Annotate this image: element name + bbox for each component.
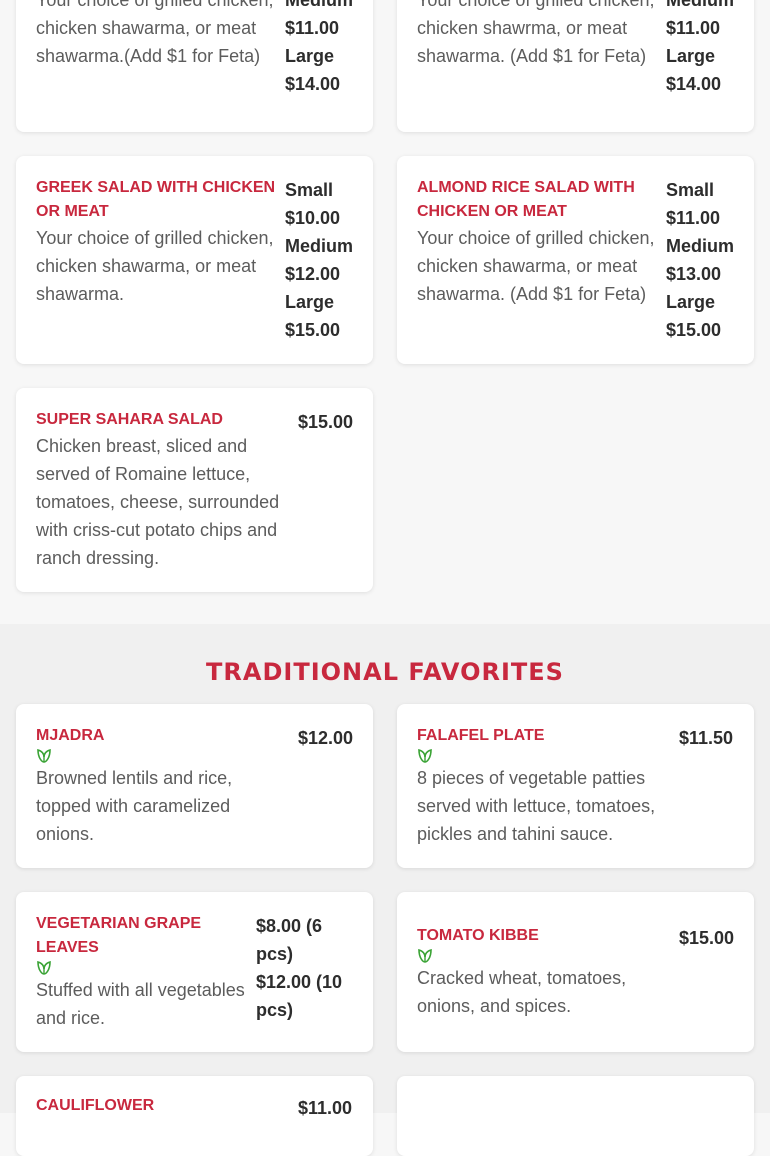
price-value: pcs) [256, 944, 294, 964]
price-size-label: Large [666, 46, 716, 66]
item-price-list: $11.50 [679, 724, 733, 752]
section-title: TRADITIONAL FAVORITES [206, 658, 564, 686]
item-price-list: $8.00 (6 pcs) $12.00 (10 pcs) [256, 912, 342, 1024]
item-description: Chicken breast, sliced and served of Rom… [36, 436, 280, 568]
menu-item-card[interactable]: GREEK SALAD WITH CHICKEN OR MEAT Your ch… [16, 156, 373, 364]
price-value: $14.00 [666, 74, 722, 94]
vegetarian-leaf-icon [418, 949, 432, 963]
item-description: Your choice of grilled chicken, chicken … [417, 228, 655, 304]
price-size-label: Large [285, 292, 335, 312]
item-name: TOMATO KIBBE [417, 927, 539, 944]
item-name: ALMOND RICE SALAD WITH CHICKEN OR MEAT [417, 179, 635, 220]
item-price-list: Medium $11.00 Large $14.00 [666, 0, 734, 98]
menu-item-card[interactable]: VEGETARIAN GRAPE LEAVES Stuffed with all… [16, 892, 373, 1052]
price-size-label: Medium [285, 236, 354, 256]
price-value: $15.00 [298, 412, 354, 432]
item-description: Browned lentils and rice, topped with ca… [36, 768, 233, 844]
vegetarian-leaf-icon [37, 961, 51, 975]
menu-item-card[interactable]: TOMATO KIBBE Cracked wheat, tomatoes, on… [397, 892, 754, 1052]
menu-item-card[interactable] [397, 1076, 754, 1156]
item-name: MJADRA [36, 727, 105, 744]
item-description: Your choice of grilled chicken, chicken … [417, 0, 655, 66]
price-size-label: Medium [285, 0, 354, 10]
price-value: $15.00 [285, 320, 341, 340]
menu-item-card[interactable]: Your choice of grilled chicken, chicken … [16, 0, 373, 132]
price-size-label: Medium [666, 0, 735, 10]
item-description: Your choice of grilled chicken, chicken … [36, 228, 274, 304]
item-name: VEGETARIAN GRAPE LEAVES [36, 915, 202, 956]
item-price-list: $15.00 [298, 408, 353, 436]
price-value: $15.00 [666, 320, 722, 340]
price-value: $11.00 [285, 18, 340, 38]
price-value: $11.50 [679, 728, 734, 748]
item-name: SUPER SAHARA SALAD [36, 411, 223, 428]
price-size-label: Medium [666, 236, 735, 256]
menu-item-card[interactable]: FALAFEL PLATE 8 pieces of vegetable patt… [397, 704, 754, 868]
price-size-label: Small [285, 180, 334, 200]
menu-item-card[interactable]: CAULIFLOWER $11.00 [16, 1076, 373, 1156]
price-size-label: Large [666, 292, 716, 312]
menu-item-card[interactable]: ALMOND RICE SALAD WITH CHICKEN OR MEAT Y… [397, 156, 754, 364]
price-value: $15.00 [679, 928, 735, 948]
item-description: 8 pieces of vegetable patties served wit… [417, 768, 656, 844]
item-name: FALAFEL PLATE [417, 727, 545, 744]
price-value: pcs) [256, 1000, 294, 1020]
item-description: Your choice of grilled chicken, chicken … [36, 0, 274, 66]
item-name: CAULIFLOWER [36, 1097, 155, 1114]
item-price-list: Small $11.00 Medium $13.00 Large $15.00 [666, 176, 734, 344]
price-value: $11.00 [666, 208, 721, 228]
menu-item-card[interactable]: SUPER SAHARA SALAD Chicken breast, slice… [16, 388, 373, 592]
price-value: $12.00 (10 [256, 972, 343, 992]
item-description: Cracked wheat, tomatoes, onions, and spi… [417, 968, 627, 1016]
menu-item-card[interactable]: Your choice of grilled chicken, chicken … [397, 0, 754, 132]
item-price-list: $12.00 [298, 724, 353, 752]
price-value: $14.00 [285, 74, 341, 94]
item-price-list: Medium $11.00 Large $14.00 [285, 0, 353, 98]
price-value: $11.00 [298, 1098, 353, 1118]
price-value: $8.00 (6 [256, 916, 323, 936]
price-value: $10.00 [285, 208, 341, 228]
price-value: $12.00 [285, 264, 341, 284]
price-size-label: Small [666, 180, 715, 200]
item-price-list: $11.00 [298, 1094, 352, 1122]
price-value: $13.00 [666, 264, 722, 284]
item-price-list: Small $10.00 Medium $12.00 Large $15.00 [285, 176, 353, 344]
vegetarian-leaf-icon [37, 749, 51, 763]
price-value: $12.00 [298, 728, 354, 748]
item-name: GREEK SALAD WITH CHICKEN OR MEAT [36, 179, 276, 220]
vegetarian-leaf-icon [418, 749, 432, 763]
price-value: $11.00 [666, 18, 721, 38]
price-size-label: Large [285, 46, 335, 66]
item-price-list: $15.00 [679, 924, 734, 952]
menu-item-card[interactable]: MJADRA Browned lentils and rice, topped … [16, 704, 373, 868]
item-description: Stuffed with all vegetables and rice. [36, 980, 245, 1028]
